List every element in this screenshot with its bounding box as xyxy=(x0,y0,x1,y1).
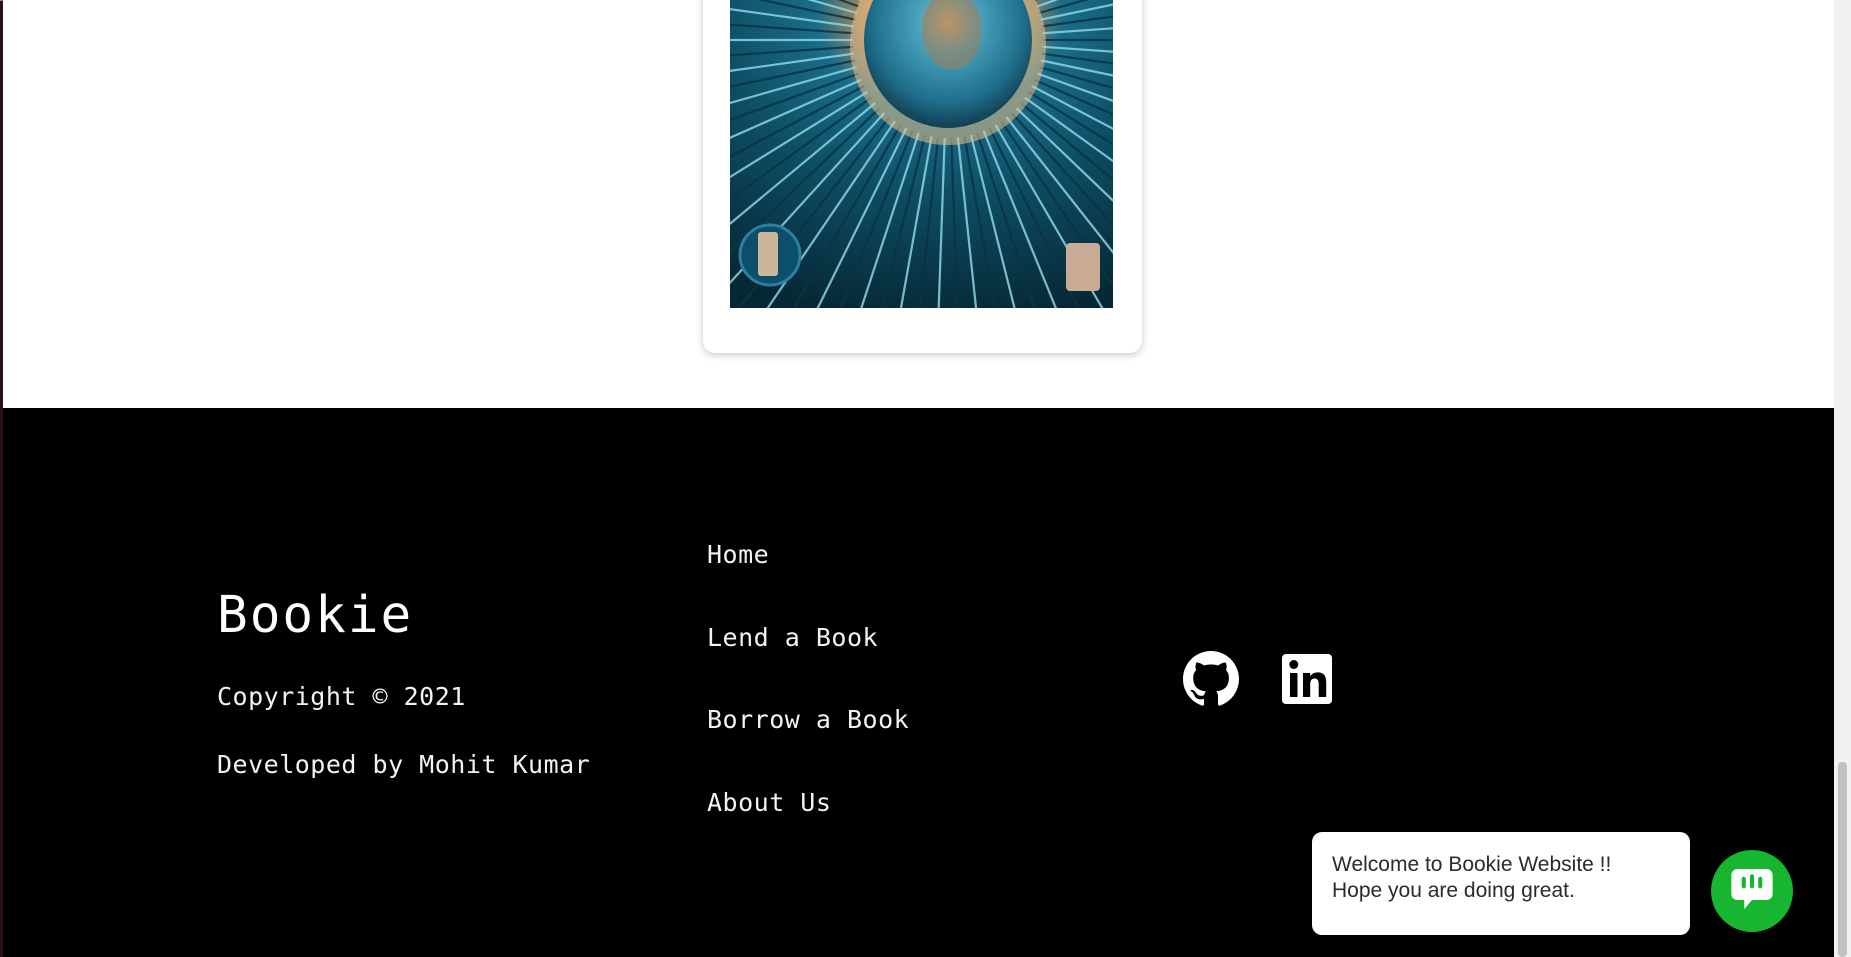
linkedin-icon xyxy=(1282,654,1332,704)
book-cover-image[interactable] xyxy=(730,0,1113,308)
page-scrollbar[interactable] xyxy=(1834,0,1851,957)
github-link[interactable] xyxy=(1183,651,1239,707)
chat-welcome-line-2: Hope you are doing great. xyxy=(1332,879,1575,902)
footer-link-borrow-a-book[interactable]: Borrow a Book xyxy=(707,705,909,734)
developer-credit: Developed by Mohit Kumar xyxy=(217,750,591,779)
footer-brand: Bookie xyxy=(217,586,414,645)
book-card[interactable] xyxy=(703,0,1142,353)
main-content xyxy=(3,0,1834,408)
chat-welcome-bubble: Welcome to Bookie Website !! Hope you ar… xyxy=(1312,832,1690,935)
book-cover-art xyxy=(730,0,1113,308)
scrollbar-thumb[interactable] xyxy=(1838,762,1847,957)
chat-icon xyxy=(1731,869,1773,910)
footer-link-lend-a-book[interactable]: Lend a Book xyxy=(707,623,878,652)
copyright-text: Copyright © 2021 xyxy=(217,682,466,711)
github-icon xyxy=(1183,651,1239,706)
footer-link-home[interactable]: Home xyxy=(707,540,769,569)
chat-welcome-line-1: Welcome to Bookie Website !! xyxy=(1332,853,1612,876)
linkedin-link[interactable] xyxy=(1280,651,1336,707)
footer-link-about-us[interactable]: About Us xyxy=(707,788,831,817)
chat-launcher-button[interactable] xyxy=(1711,850,1793,932)
